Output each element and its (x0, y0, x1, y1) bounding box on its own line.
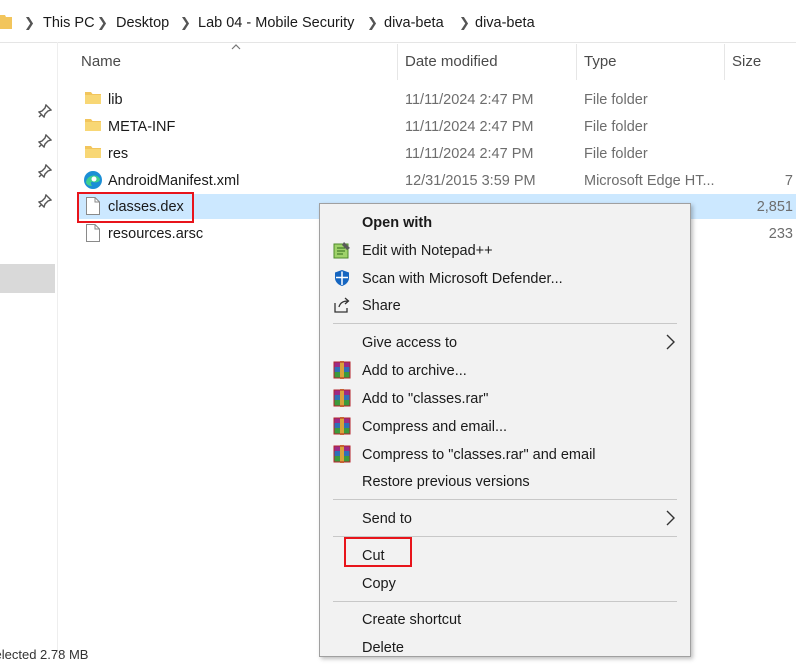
sort-ascending-icon (231, 44, 241, 50)
column-header-size[interactable]: Size (732, 52, 761, 72)
column-header-name[interactable]: Name (81, 52, 121, 72)
file-date: 11/11/2024 2:47 PM (405, 92, 534, 108)
file-icon (86, 224, 100, 242)
file-name[interactable]: lib (108, 89, 123, 111)
file-size: 2,851 (756, 199, 793, 215)
winrar-icon (333, 445, 351, 463)
menu-item-create-shortcut[interactable]: Create shortcut (362, 609, 461, 631)
chevron-right-icon[interactable]: ❯ (367, 13, 378, 33)
chevron-right-icon[interactable]: ❯ (459, 13, 470, 33)
file-name[interactable]: classes.dex (108, 196, 184, 218)
edge-icon (84, 171, 102, 189)
menu-separator (333, 323, 677, 324)
submenu-arrow-icon (666, 510, 675, 526)
column-header-date-modified[interactable]: Date modified (405, 52, 498, 72)
menu-item-send-to[interactable]: Send to (362, 508, 412, 530)
pin-icon[interactable] (38, 164, 52, 178)
breadcrumb-lab-04[interactable]: Lab 04 - Mobile Security (198, 13, 354, 33)
file-size: 233 (768, 226, 793, 242)
menu-item-add-archive[interactable]: Add to archive... (362, 360, 467, 382)
menu-item-share[interactable]: Share (362, 295, 401, 317)
menu-item-give-access[interactable]: Give access to (362, 332, 457, 354)
chevron-right-icon[interactable]: ❯ (180, 13, 191, 33)
file-icon (86, 197, 100, 215)
column-divider[interactable] (724, 44, 725, 80)
chevron-right-icon[interactable]: ❯ (97, 13, 108, 33)
menu-item-compress-email[interactable]: Compress and email... (362, 416, 507, 438)
menu-item-edit-notepad[interactable]: Edit with Notepad++ (362, 240, 493, 262)
submenu-arrow-icon (666, 334, 675, 350)
file-date: 11/11/2024 2:47 PM (405, 119, 534, 135)
file-name[interactable]: AndroidManifest.xml (108, 170, 239, 192)
folder-icon (85, 119, 101, 131)
winrar-icon (333, 361, 351, 379)
file-name[interactable]: META-INF (108, 116, 175, 138)
folder-icon (85, 146, 101, 158)
file-size: 7 (784, 173, 793, 189)
column-divider[interactable] (576, 44, 577, 80)
file-date: 12/31/2015 3:59 PM (405, 173, 536, 189)
folder-icon (0, 15, 12, 29)
menu-item-copy[interactable]: Copy (362, 573, 396, 595)
menu-item-add-rar[interactable]: Add to "classes.rar" (362, 388, 488, 410)
share-icon (334, 297, 350, 313)
file-type: File folder (584, 146, 648, 162)
address-bar[interactable]: ❯ This PC ❯ Desktop ❯ Lab 04 - Mobile Se… (0, 0, 796, 43)
column-header-type[interactable]: Type (584, 52, 617, 72)
navigation-selected-item[interactable] (0, 264, 55, 293)
breadcrumb-diva-beta-parent[interactable]: diva-beta (384, 13, 444, 33)
status-bar-text: selected 2.78 MB (0, 647, 89, 662)
chevron-right-icon[interactable]: ❯ (24, 13, 35, 33)
winrar-icon (333, 417, 351, 435)
menu-item-delete[interactable]: Delete (362, 637, 404, 659)
file-type: File folder (584, 92, 648, 108)
menu-item-compress-rar-email[interactable]: Compress to "classes.rar" and email (362, 444, 596, 466)
folder-icon (85, 92, 101, 104)
menu-item-restore-versions[interactable]: Restore previous versions (362, 471, 530, 493)
notepad-plus-plus-icon (333, 242, 350, 259)
file-type: File folder (584, 119, 648, 135)
menu-item-open-with[interactable]: Open with (362, 212, 432, 234)
menu-item-scan-defender[interactable]: Scan with Microsoft Defender... (362, 268, 563, 290)
winrar-icon (333, 389, 351, 407)
menu-item-cut[interactable]: Cut (362, 545, 385, 567)
pin-icon[interactable] (38, 134, 52, 148)
menu-separator (333, 499, 677, 500)
column-divider[interactable] (397, 44, 398, 80)
file-name[interactable]: resources.arsc (108, 223, 203, 245)
pin-icon[interactable] (38, 194, 52, 208)
file-date: 11/11/2024 2:47 PM (405, 146, 534, 162)
pin-icon[interactable] (38, 104, 52, 118)
file-name[interactable]: res (108, 143, 128, 165)
breadcrumb-desktop[interactable]: Desktop (116, 13, 169, 33)
defender-shield-icon (335, 270, 349, 286)
menu-separator (333, 601, 677, 602)
breadcrumb-this-pc[interactable]: This PC (43, 13, 95, 33)
breadcrumb-diva-beta-current[interactable]: diva-beta (475, 13, 535, 33)
